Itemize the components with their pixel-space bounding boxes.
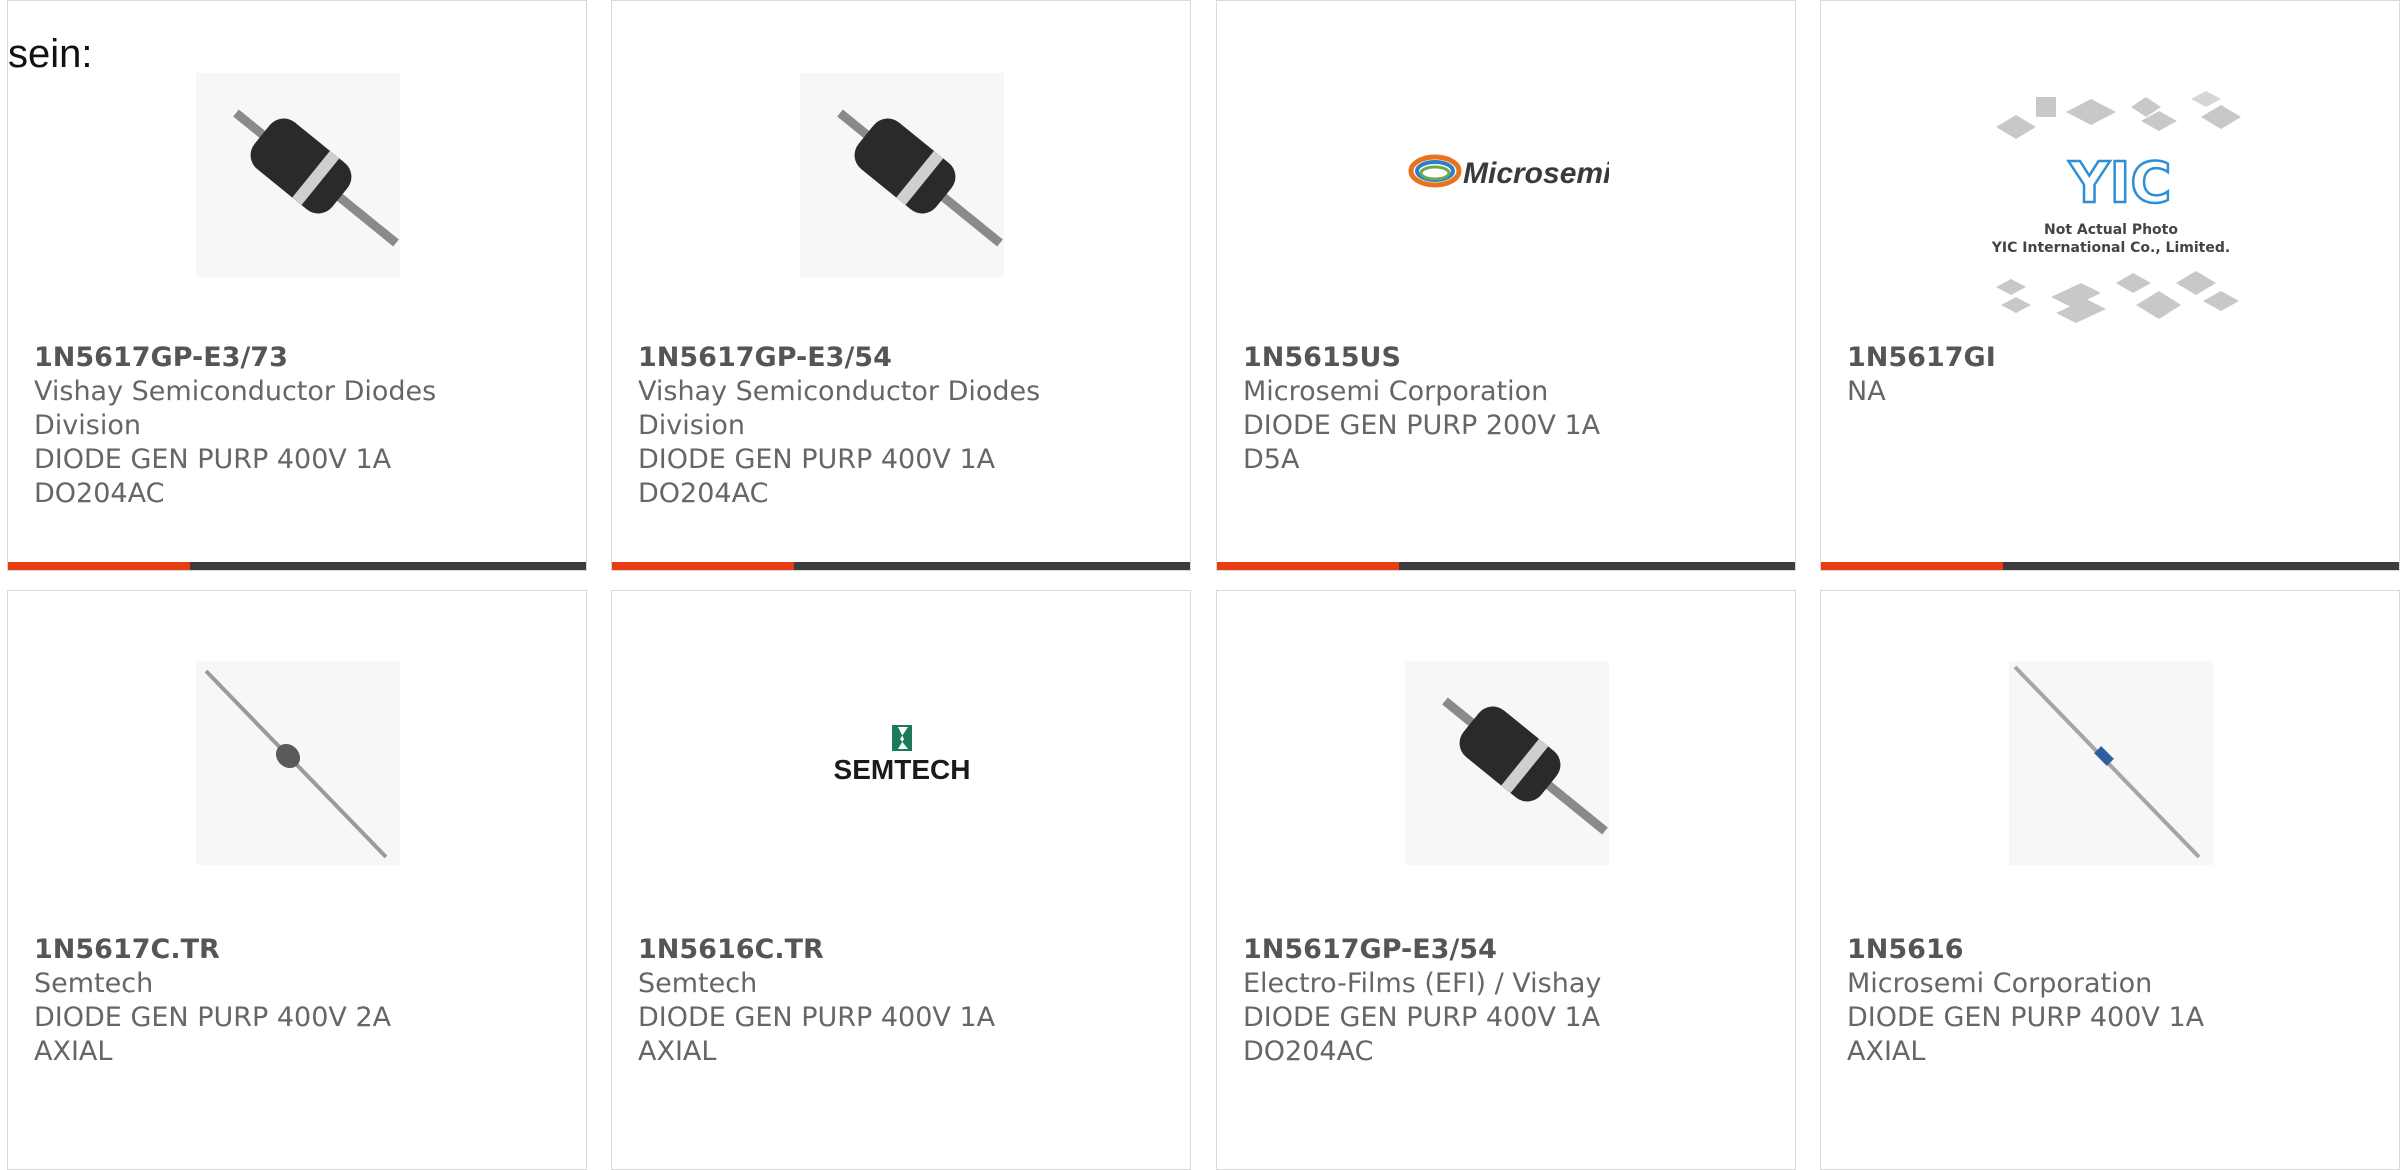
description: DIODE GEN PURP 400V 1A DO204AC: [638, 444, 996, 509]
product-image[interactable]: [800, 73, 1004, 277]
description: DIODE GEN PURP 400V 2A AXIAL: [34, 1002, 392, 1067]
part-number[interactable]: 1N5617GP-E3/54: [1243, 933, 1663, 967]
product-card[interactable]: 1N5617GP-E3/54 Electro-Films (EFI) / Vis…: [1216, 590, 1796, 1170]
svg-text:SEMTECH: SEMTECH: [834, 754, 971, 785]
product-image[interactable]: Microsemi: [1405, 73, 1609, 277]
product-card[interactable]: 1N5617C.TR Semtech DIODE GEN PURP 400V 2…: [7, 590, 587, 1170]
product-info: 1N5617C.TR Semtech DIODE GEN PURP 400V 2…: [34, 933, 454, 1069]
manufacturer: Microsemi Corporation: [1243, 376, 1549, 407]
product-image[interactable]: [1405, 661, 1609, 865]
svg-text:YIC International Co., Limited: YIC International Co., Limited.: [1991, 240, 2230, 256]
manufacturer: Semtech: [638, 968, 758, 999]
product-card[interactable]: 1N5617GP-E3/73 Vishay Semiconductor Diod…: [7, 0, 587, 571]
microsemi-logo-icon: Microsemi: [1408, 154, 1609, 190]
product-image[interactable]: SEMTECH: [800, 661, 1004, 865]
product-card[interactable]: Microsemi 1N5615US Microsemi Corporation…: [1216, 0, 1796, 571]
axial-diode-icon: [800, 73, 1004, 277]
product-card[interactable]: 1N5617GP-E3/54 Vishay Semiconductor Diod…: [611, 0, 1191, 571]
description: DIODE GEN PURP 400V 1A AXIAL: [638, 1002, 996, 1067]
axial-diode-icon: [2009, 661, 2213, 865]
card-bar: [8, 562, 586, 570]
product-card[interactable]: YIC Not Actual Photo YIC International C…: [1820, 0, 2400, 571]
product-info: 1N5617GI NA: [1847, 341, 2267, 409]
part-number[interactable]: 1N5615US: [1243, 341, 1663, 375]
product-image[interactable]: [2009, 661, 2213, 865]
product-info: 1N5616 Microsemi Corporation DIODE GEN P…: [1847, 933, 2267, 1069]
product-info: 1N5617GP-E3/54 Electro-Films (EFI) / Vis…: [1243, 933, 1663, 1069]
card-bar: [612, 562, 1190, 570]
description: DIODE GEN PURP 400V 1A DO204AC: [34, 444, 392, 509]
axial-diode-icon: [196, 661, 400, 865]
manufacturer: NA: [1847, 376, 1886, 407]
part-number[interactable]: 1N5617GP-E3/73: [34, 341, 454, 375]
product-info: 1N5617GP-E3/54 Vishay Semiconductor Diod…: [638, 341, 1058, 511]
svg-text:Microsemi: Microsemi: [1463, 157, 1609, 190]
manufacturer: Vishay Semiconductor Diodes Division: [34, 376, 437, 441]
manufacturer: Semtech: [34, 968, 154, 999]
manufacturer: Electro-Films (EFI) / Vishay: [1243, 968, 1602, 999]
card-bar-accent: [612, 562, 794, 570]
part-number[interactable]: 1N5616C.TR: [638, 933, 1058, 967]
manufacturer: Microsemi Corporation: [1847, 968, 2153, 999]
yic-placeholder-icon: YIC Not Actual Photo YIC International C…: [1991, 91, 2241, 323]
product-info: 1N5615US Microsemi Corporation DIODE GEN…: [1243, 341, 1663, 477]
product-image[interactable]: [196, 661, 400, 865]
semtech-logo-icon: SEMTECH: [834, 725, 971, 785]
card-bar-accent: [1821, 562, 2003, 570]
product-info: 1N5616C.TR Semtech DIODE GEN PURP 400V 1…: [638, 933, 1058, 1069]
product-card[interactable]: SEMTECH 1N5616C.TR Semtech DIODE GEN PUR…: [611, 590, 1191, 1170]
product-info: 1N5617GP-E3/73 Vishay Semiconductor Diod…: [34, 341, 454, 511]
product-card[interactable]: 1N5616 Microsemi Corporation DIODE GEN P…: [1820, 590, 2400, 1170]
part-number[interactable]: 1N5617GI: [1847, 341, 2267, 375]
product-image[interactable]: [196, 73, 400, 277]
product-image[interactable]: YIC Not Actual Photo YIC International C…: [1981, 87, 2241, 333]
description: DIODE GEN PURP 400V 1A AXIAL: [1847, 1002, 2205, 1067]
card-bar: [1821, 562, 2399, 570]
part-number[interactable]: 1N5617C.TR: [34, 933, 454, 967]
part-number[interactable]: 1N5616: [1847, 933, 2267, 967]
intro-text: sein:: [8, 32, 93, 76]
part-number[interactable]: 1N5617GP-E3/54: [638, 341, 1058, 375]
description: DIODE GEN PURP 400V 1A DO204AC: [1243, 1002, 1601, 1067]
card-bar-accent: [1217, 562, 1399, 570]
card-bar-accent: [8, 562, 190, 570]
description: DIODE GEN PURP 200V 1A D5A: [1243, 410, 1601, 475]
axial-diode-icon: [196, 73, 400, 277]
product-grid: 1N5617GP-E3/73 Vishay Semiconductor Diod…: [0, 0, 2400, 1170]
manufacturer: Vishay Semiconductor Diodes Division: [638, 376, 1041, 441]
axial-diode-icon: [1405, 661, 1609, 865]
svg-text:Not Actual Photo: Not Actual Photo: [2044, 222, 2178, 238]
card-bar: [1217, 562, 1795, 570]
svg-text:YIC: YIC: [2068, 151, 2171, 216]
